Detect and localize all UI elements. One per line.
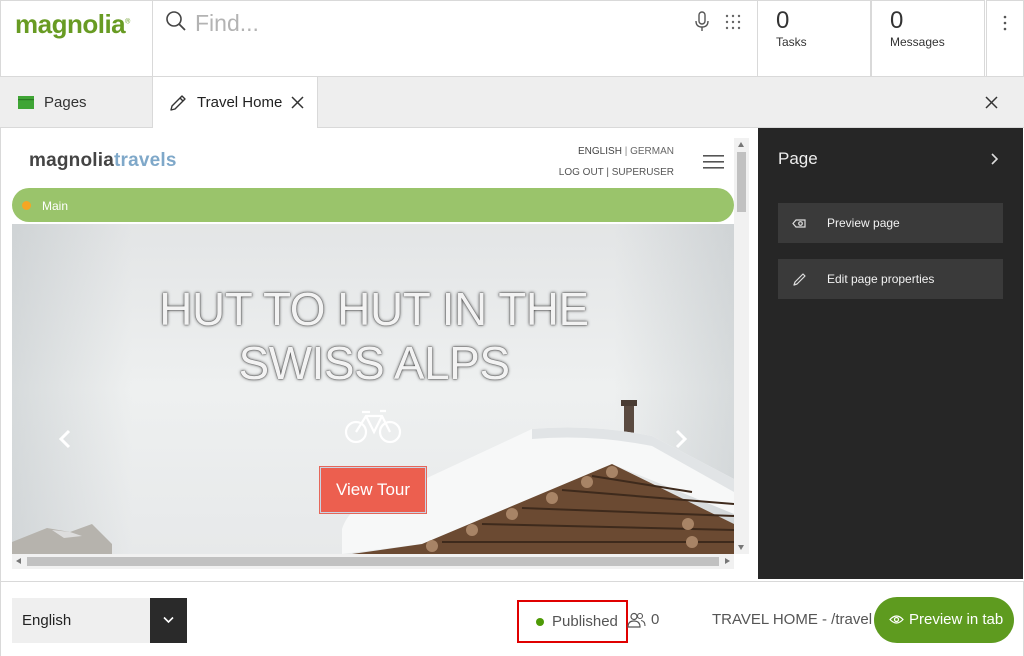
panel-title: Page [778,149,818,168]
area-status-dot [22,201,31,210]
language-select[interactable]: English [12,598,187,643]
tasks-counter[interactable]: 0 Tasks [757,0,871,77]
site-logo[interactable]: magnoliatravels [29,150,177,172]
users-count: 0 [651,611,660,628]
site-language-links: ENGLISH | GERMAN [521,146,674,157]
pages-app-icon [18,96,34,109]
tab-travel-home[interactable]: Travel Home [152,77,318,129]
eye-tag-icon [792,219,806,228]
messages-label: Messages [890,35,945,49]
microphone-icon[interactable] [693,11,711,33]
eye-icon [889,615,904,624]
horizontal-scrollbar[interactable] [12,554,734,569]
chevron-right-icon[interactable] [990,153,998,165]
vertical-scrollbar[interactable] [734,138,749,554]
tasks-count: 0 [776,7,790,34]
chevron-down-icon [163,616,174,624]
bicycle-icon [344,409,402,444]
page-preview-frame: magnoliatravels ENGLISH | GERMAN LOG OUT… [0,128,758,581]
hero-carousel: HUT TO HUT IN THE SWISS ALPS View Tour [12,224,734,554]
publication-status-label: Published [552,613,618,630]
tasks-label: Tasks [776,35,807,49]
search-icon[interactable] [165,10,187,32]
search-input[interactable] [195,7,675,39]
scroll-up-arrow-icon[interactable] [738,142,744,147]
kebab-menu-icon [1003,15,1007,31]
messages-count: 0 [890,7,904,34]
lang-separator: | [624,146,628,157]
site-logo-part2: travels [114,150,177,171]
hero-title: HUT TO HUT IN THE SWISS ALPS [142,282,606,390]
top-bar: magnolia® 0 Tasks [0,0,1024,77]
pencil-icon [793,273,806,286]
vertical-scroll-thumb[interactable] [737,152,746,212]
horizontal-scroll-thumb[interactable] [27,557,719,566]
search-bar [153,0,757,77]
page-actions-panel: Page Preview page Edit page properties [758,128,1023,579]
edit-page-properties-button[interactable]: Edit page properties [778,259,1003,299]
lang-german-link[interactable]: GERMAN [630,146,674,157]
site-login-links[interactable]: LOG OUT | SUPERUSER [521,167,674,178]
messages-counter[interactable]: 0 Messages [871,0,985,77]
logo[interactable]: magnolia® [0,0,153,77]
lang-english-link[interactable]: ENGLISH [578,146,622,157]
tab-pages-label: Pages [44,94,87,111]
hamburger-menu-icon[interactable] [703,154,724,170]
page-path: TRAVEL HOME - /travel [712,611,873,628]
footer-bar: English Published 0 TRAVEL HOME - /trave… [0,581,1024,656]
preview-in-tab-button[interactable]: Preview in tab [874,597,1014,643]
publication-status: Published [517,600,628,643]
hero-title-line2: SWISS ALPS [238,337,510,389]
close-tab-icon[interactable] [290,95,305,110]
published-status-dot [536,618,544,626]
hero-title-line1: HUT TO HUT IN THE [159,283,589,335]
users-icon [627,612,646,628]
more-menu-button[interactable] [986,0,1024,77]
scroll-down-arrow-icon[interactable] [738,545,744,550]
tab-pages[interactable]: Pages [0,77,152,128]
scroll-left-arrow-icon[interactable] [16,558,21,564]
carousel-next-icon[interactable] [674,429,688,449]
apps-grid-icon[interactable] [724,13,742,31]
language-dropdown-toggle[interactable] [150,598,187,643]
carousel-prev-icon[interactable] [58,429,72,449]
language-select-value: English [22,612,72,629]
site-logo-part1: magnolia [29,150,115,171]
preview-page-label: Preview page [827,216,900,230]
scroll-right-arrow-icon[interactable] [725,558,730,564]
magnolia-logo-icon: magnolia® [15,9,130,39]
tab-bar: Pages Travel Home [0,77,1024,129]
pencil-icon [170,95,186,111]
close-app-icon[interactable] [984,95,999,110]
edit-page-properties-label: Edit page properties [827,272,935,286]
main-area-bar[interactable]: Main [12,188,734,222]
view-tour-button[interactable]: View Tour [319,466,427,514]
app-root: magnolia® 0 Tasks [0,0,1024,656]
preview-in-tab-label: Preview in tab [909,611,1004,628]
main-area-label: Main [42,199,69,213]
tab-travel-home-label: Travel Home [197,94,283,111]
preview-page-button[interactable]: Preview page [778,203,1003,243]
